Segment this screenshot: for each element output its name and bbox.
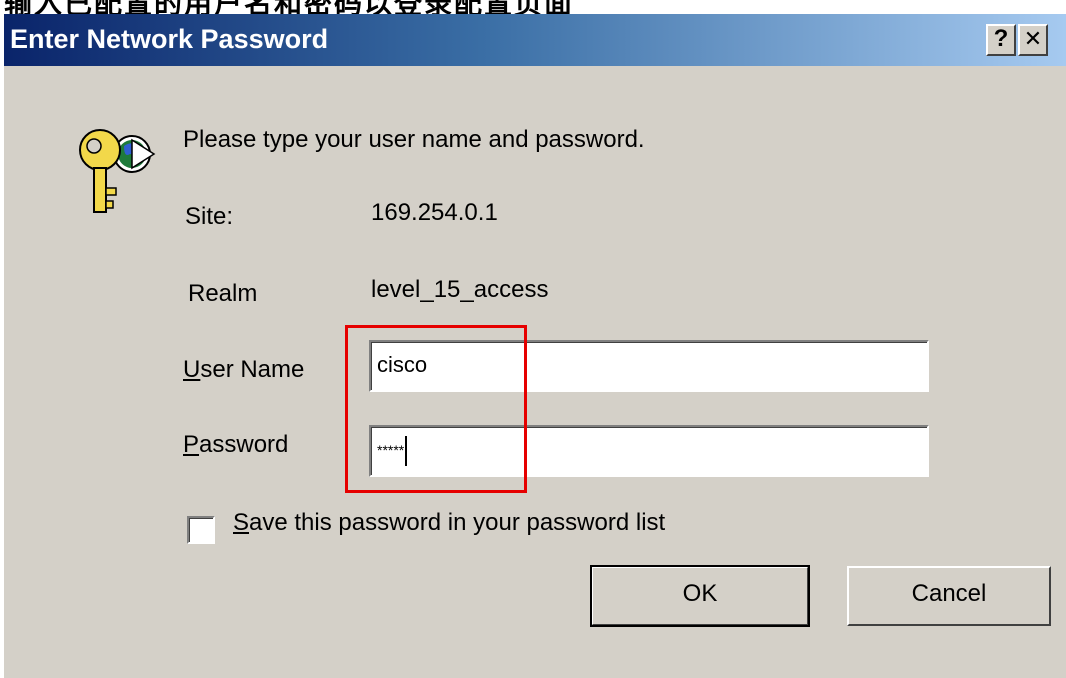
caption-text: 输入已配置的用户名和密码以登录配置页面 [4, 0, 574, 14]
text-caret [405, 436, 408, 467]
realm-label: Realm [188, 280, 258, 307]
title-bar[interactable]: Enter Network Password ? ✕ [4, 14, 1066, 66]
realm-value: level_15_access [371, 276, 549, 303]
site-label: Site: [185, 203, 234, 230]
ok-button[interactable]: OK [590, 565, 810, 627]
close-button[interactable]: ✕ [1018, 24, 1048, 56]
site-value: 169.254.0.1 [371, 199, 498, 226]
help-button[interactable]: ? [986, 24, 1016, 56]
save-password-checkbox[interactable] [187, 516, 215, 544]
password-input[interactable]: ***** [369, 425, 929, 477]
password-mask: ***** [377, 442, 405, 458]
username-input[interactable]: cisco [369, 340, 929, 392]
prompt-text: Please type your user name and password. [183, 126, 645, 153]
username-label: User Name [183, 356, 305, 383]
password-label: Password [183, 431, 289, 458]
caption-strip: 输入已配置的用户名和密码以登录配置页面 [0, 0, 1066, 14]
dialog-title: Enter Network Password [10, 24, 329, 54]
save-password-label[interactable]: Save this password in your password list [233, 509, 665, 537]
enter-network-password-dialog: Enter Network Password ? ✕ Please type y… [0, 14, 1066, 678]
cancel-button[interactable]: Cancel [847, 566, 1051, 626]
key-globe-icon [79, 129, 156, 213]
